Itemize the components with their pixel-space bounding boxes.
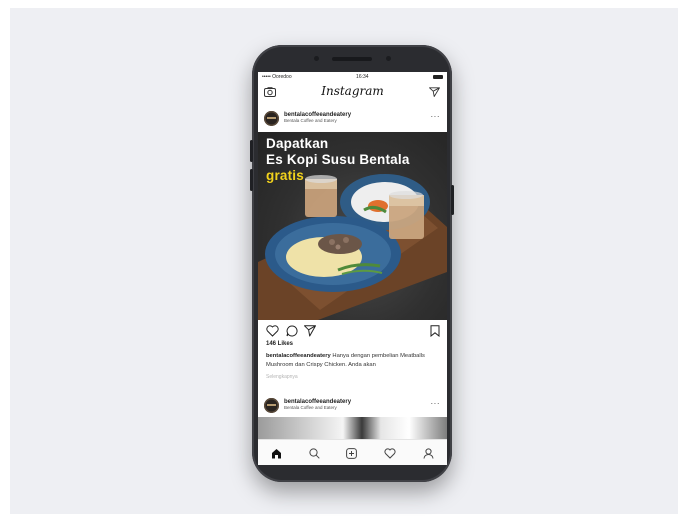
send-icon[interactable] bbox=[429, 87, 440, 97]
share-icon[interactable] bbox=[304, 325, 316, 337]
app-title: Instagram bbox=[321, 84, 384, 98]
phone-camera bbox=[386, 56, 391, 61]
next-post-image[interactable] bbox=[258, 417, 447, 439]
more-options-icon[interactable]: ··· bbox=[431, 112, 441, 121]
post-location[interactable]: Bentala Coffee and Eatery bbox=[284, 119, 351, 124]
volume-down-button bbox=[250, 169, 253, 191]
avatar[interactable] bbox=[264, 110, 279, 126]
post-image[interactable]: Dapatkan Es Kopi Susu Bentala gratis bbox=[258, 132, 447, 320]
image-headline: Dapatkan Es Kopi Susu Bentala gratis bbox=[266, 136, 410, 184]
status-bar: ••••• Ooredoo 16:34 bbox=[258, 72, 447, 81]
more-options-icon[interactable]: ··· bbox=[431, 399, 441, 408]
phone-sensor bbox=[314, 56, 319, 61]
likes-count[interactable]: 146 Likes bbox=[266, 341, 293, 347]
app-bar: Instagram bbox=[258, 82, 447, 102]
headline-line-1: Dapatkan bbox=[266, 136, 329, 151]
see-more-link[interactable]: Selengkapnya bbox=[266, 374, 298, 380]
headline-line-2: Es Kopi Susu Bentala bbox=[266, 152, 410, 167]
battery-icon bbox=[433, 74, 443, 79]
search-icon[interactable] bbox=[309, 447, 320, 459]
heart-icon[interactable] bbox=[266, 325, 279, 337]
caption-username[interactable]: bentalacoffeeandeatery bbox=[266, 353, 331, 359]
phone-speaker bbox=[332, 57, 372, 61]
headline-highlight: gratis bbox=[266, 168, 304, 183]
add-post-icon[interactable] bbox=[346, 447, 358, 459]
power-button bbox=[451, 185, 454, 215]
post-header: bentalacoffeeandeatery Bentala Coffee an… bbox=[258, 105, 447, 131]
bookmark-icon[interactable] bbox=[430, 325, 440, 337]
bottom-tab-bar bbox=[258, 439, 447, 465]
post-caption: bentalacoffeeandeatery Hanya dengan pemb… bbox=[266, 352, 442, 370]
home-icon[interactable] bbox=[271, 448, 282, 459]
profile-icon[interactable] bbox=[423, 447, 434, 459]
volume-up-button bbox=[250, 140, 253, 162]
status-time: 16:34 bbox=[356, 73, 369, 80]
post-actions bbox=[258, 322, 447, 340]
phone-screen: ••••• Ooredoo 16:34 Instagram bentalacof… bbox=[258, 72, 447, 465]
comment-icon[interactable] bbox=[286, 325, 298, 337]
carrier-label: ••••• Ooredoo bbox=[262, 73, 292, 80]
next-post-location[interactable]: Bentala Coffee and Eatery bbox=[284, 406, 351, 411]
activity-icon[interactable] bbox=[384, 447, 396, 459]
next-post-header: bentalacoffeeandeatery Bentala Coffee an… bbox=[258, 392, 447, 418]
avatar[interactable] bbox=[264, 397, 279, 413]
